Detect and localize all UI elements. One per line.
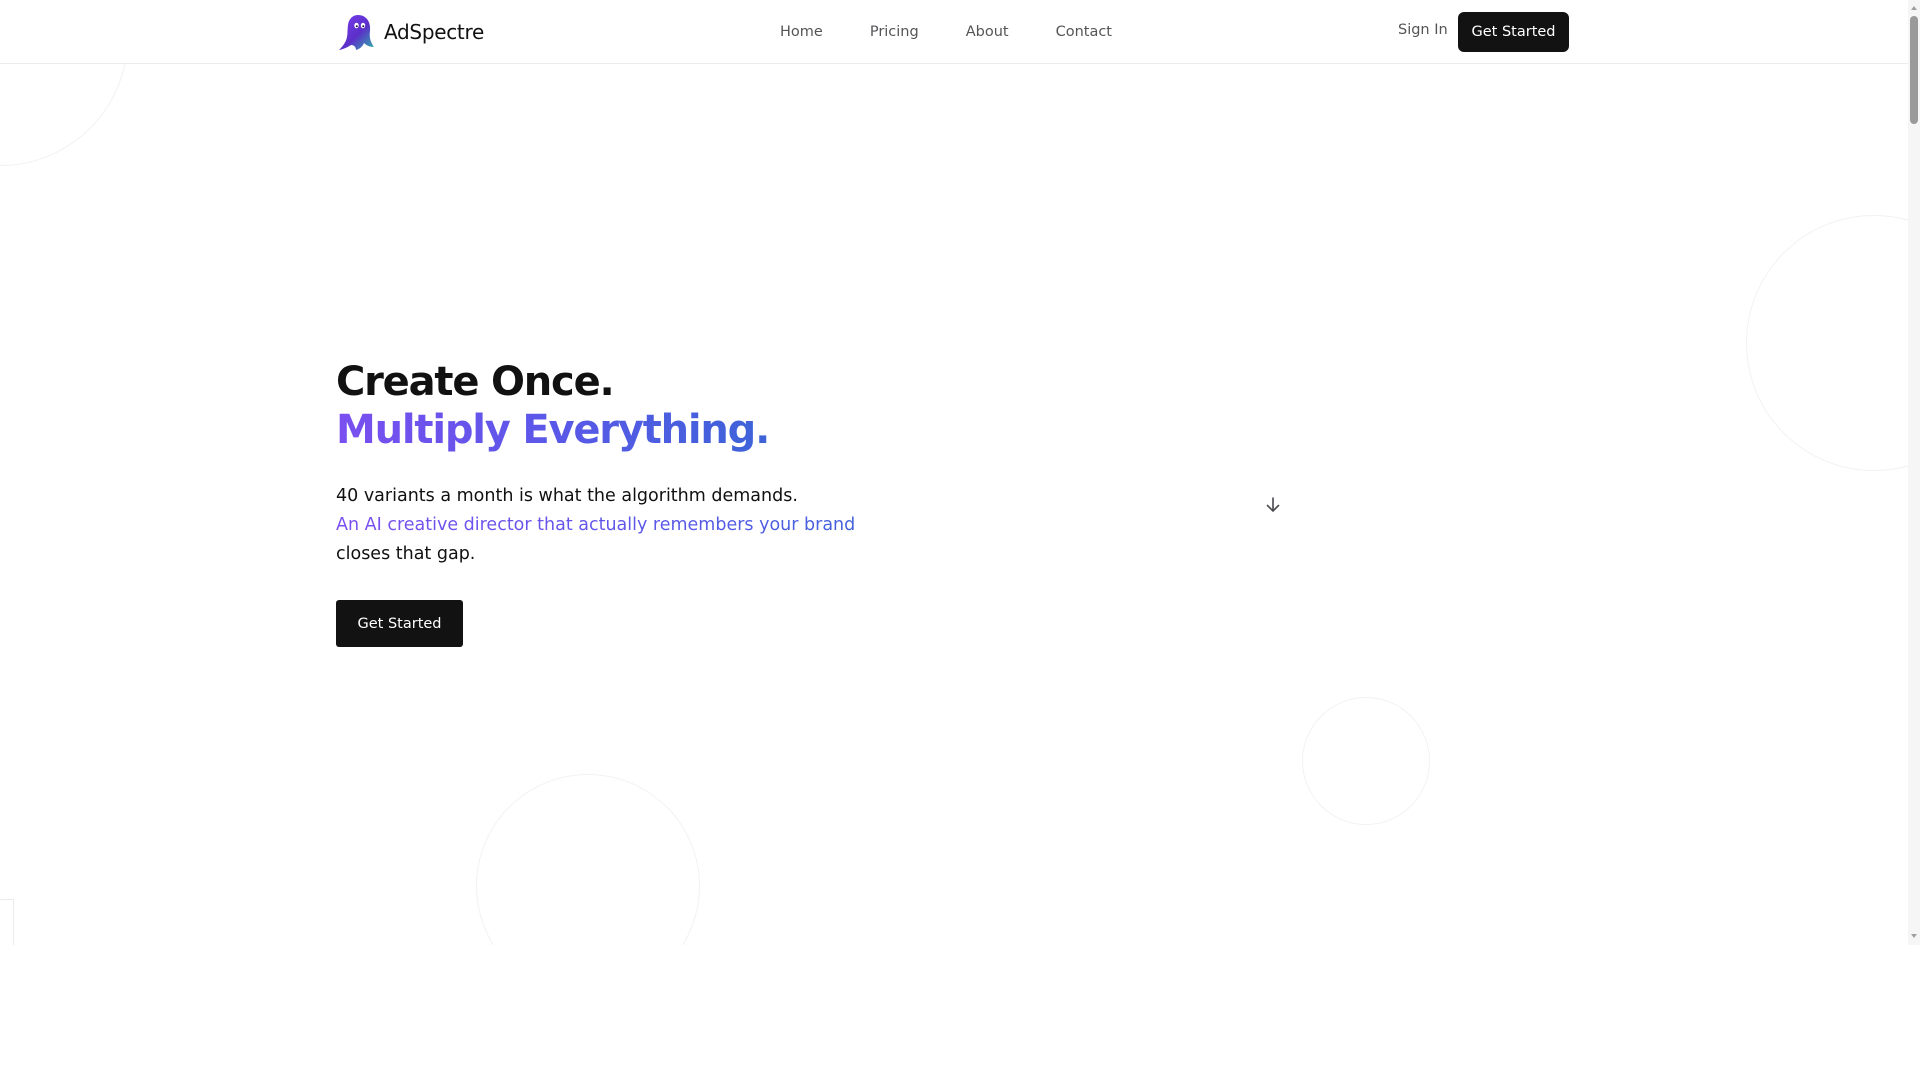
arrow-down-icon[interactable]	[1263, 495, 1283, 515]
header-get-started-button[interactable]: Get Started	[1458, 12, 1569, 52]
hero-title-line-2: Multiply Everything.	[336, 407, 770, 453]
decorative-ring	[1746, 215, 1920, 471]
page-viewport: AdSpectre Home Pricing About Contact Sig…	[0, 0, 1920, 945]
scroll-up-arrow-icon[interactable]	[1908, 2, 1920, 14]
scrollbar-thumb[interactable]	[1910, 16, 1918, 124]
vertical-scrollbar[interactable]	[1908, 0, 1920, 945]
hero-title-line-1: Create Once.	[336, 359, 615, 405]
brand-logo-link[interactable]: AdSpectre	[336, 12, 484, 52]
main-nav: Home Pricing About Contact	[780, 0, 1112, 64]
hero-copy-line-3: closes that gap.	[336, 544, 476, 564]
nav-link-pricing[interactable]: Pricing	[870, 24, 919, 40]
nav-link-about[interactable]: About	[966, 24, 1009, 40]
decorative-edge-shape	[0, 899, 14, 945]
hero-get-started-button[interactable]: Get Started	[336, 600, 463, 647]
hero-title: Create Once. Multiply Everything.	[336, 358, 770, 454]
hero-copy-highlight: An AI creative director that actually re…	[336, 511, 896, 540]
ghost-logo-icon	[339, 15, 374, 50]
site-header: AdSpectre Home Pricing About Contact Sig…	[0, 0, 1908, 64]
scroll-down-arrow-icon[interactable]	[1908, 930, 1920, 942]
nav-link-contact[interactable]: Contact	[1056, 24, 1112, 40]
hero-description: 40 variants a month is what the algorith…	[336, 482, 896, 569]
nav-link-home[interactable]: Home	[780, 24, 823, 40]
sign-in-link[interactable]: Sign In	[1398, 22, 1448, 38]
decorative-ring	[1302, 697, 1430, 825]
brand-name: AdSpectre	[384, 20, 484, 44]
hero-copy-line-1: 40 variants a month is what the algorith…	[336, 486, 798, 506]
decorative-ring	[476, 774, 700, 945]
